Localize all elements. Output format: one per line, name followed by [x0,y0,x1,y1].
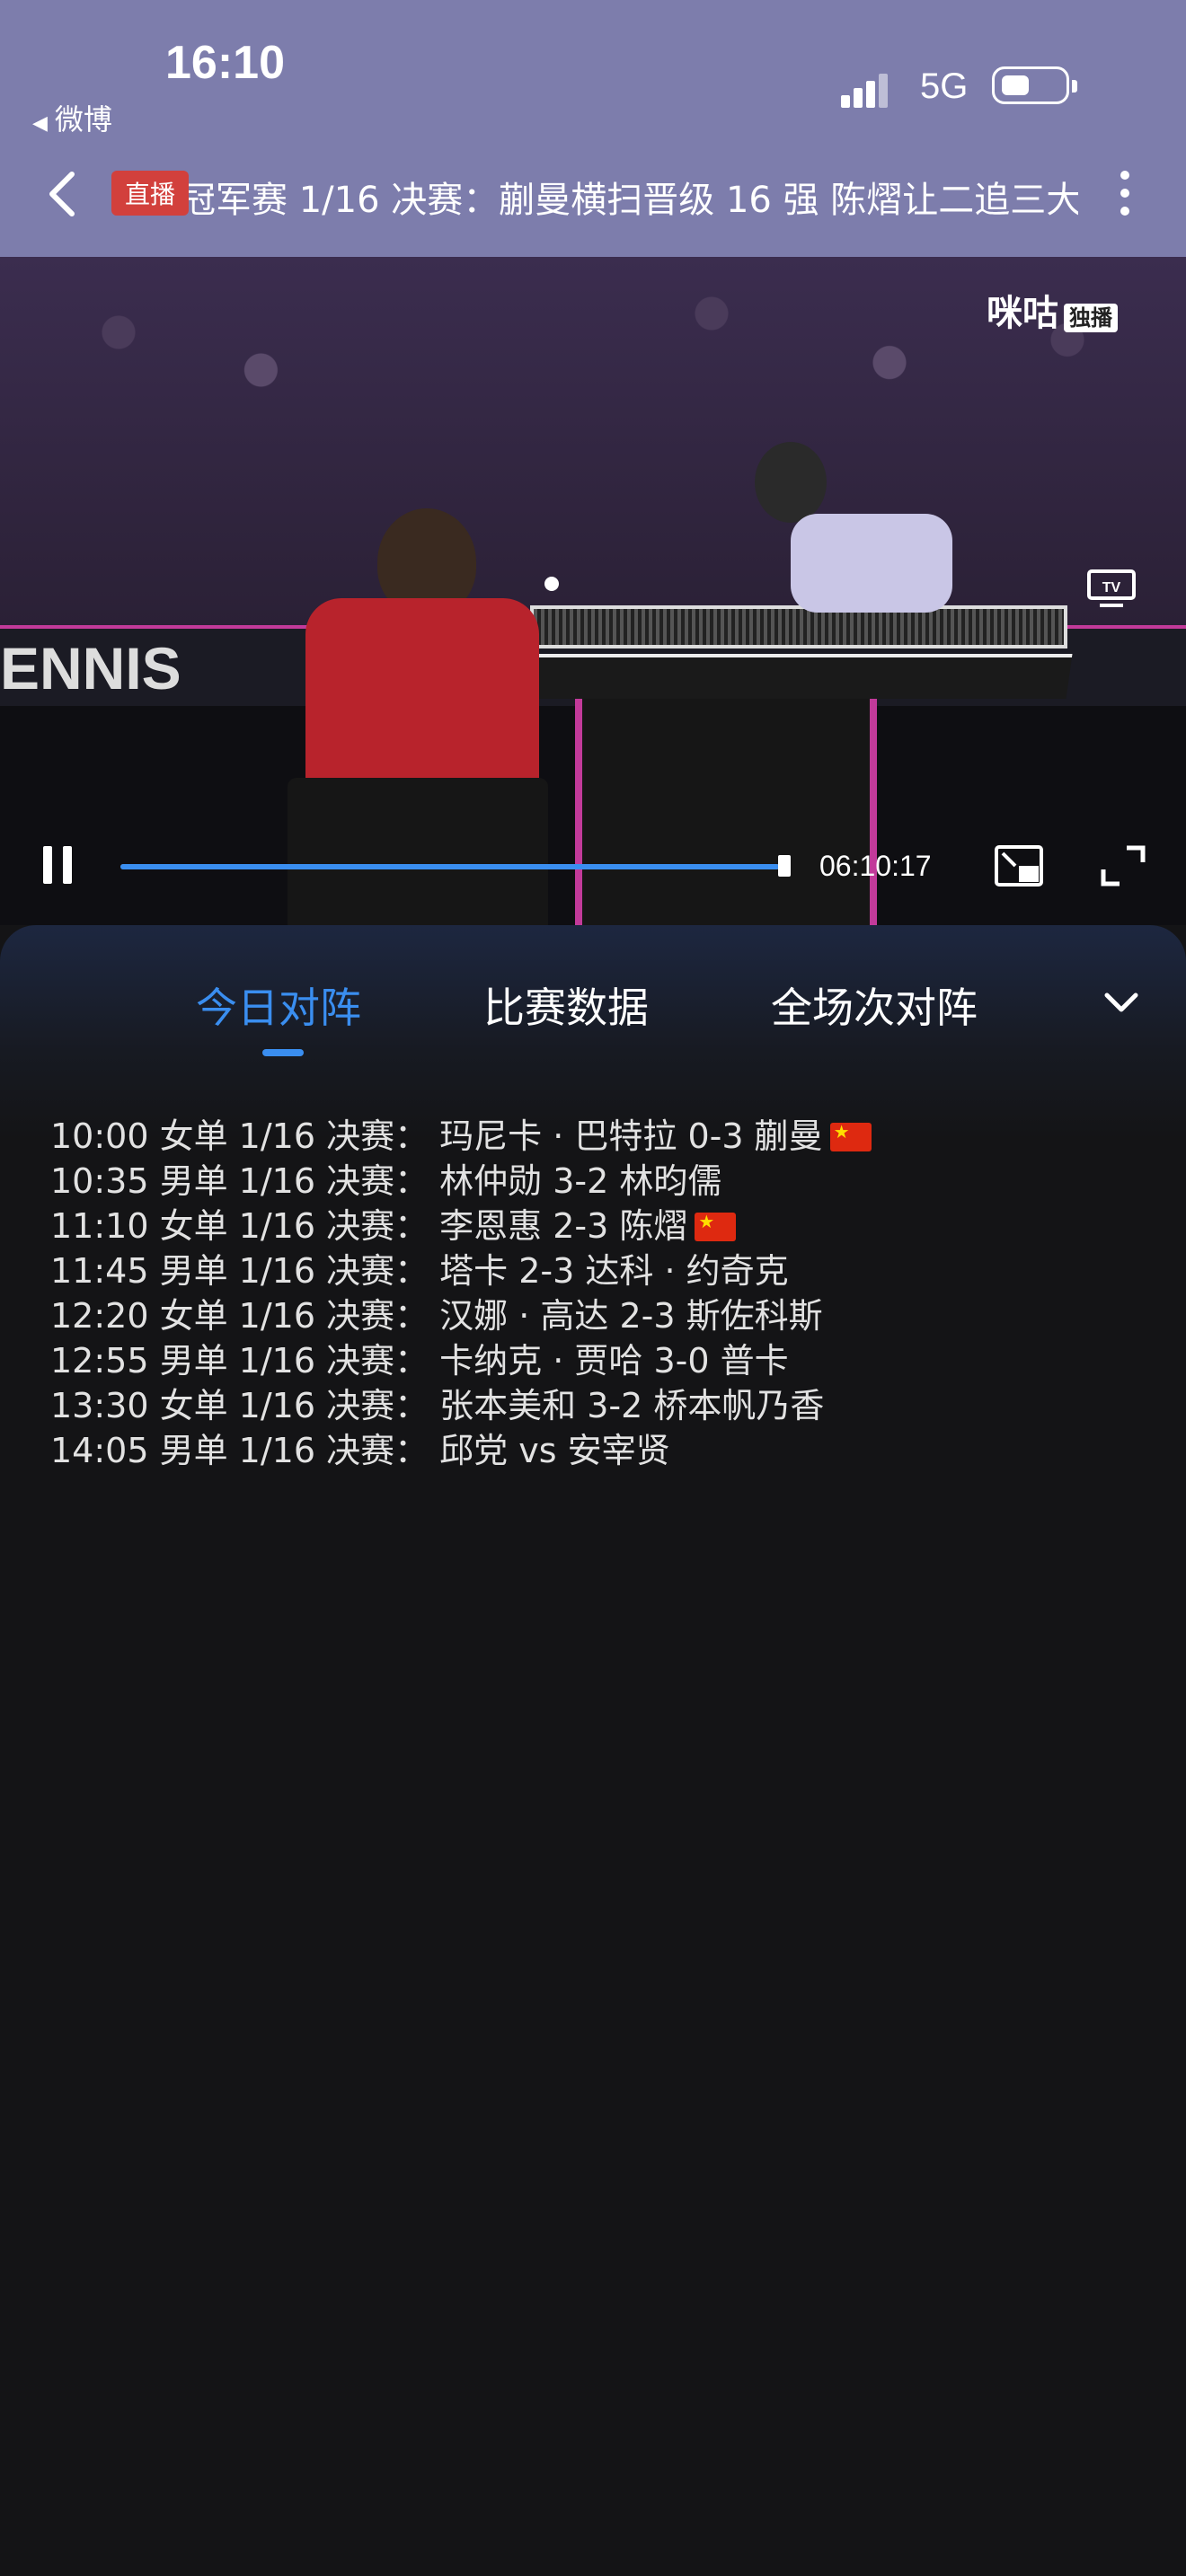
tab-all-matches[interactable]: 全场次对阵 [771,975,978,1035]
picture-in-picture-icon[interactable] [994,844,1044,887]
active-tab-indicator [262,1049,304,1056]
match-text: 11:10 女单 1/16 决赛： 李恩惠 2-3 陈熠 [50,1206,688,1246]
list-item: 12:20 女单 1/16 决赛： 汉娜 · 高达 2-3 斯佐科斯 [50,1293,872,1338]
watermark-tag: 独播 [1064,303,1118,332]
more-options-icon[interactable] [1118,167,1132,221]
china-flag-icon [695,1209,737,1241]
title-marquee: 冠军赛 1/16 决赛：蒯曼横扫晋级 16 强 陈熠让二追三大逆转 [189,165,1078,219]
signal-icon [841,68,898,108]
video-player[interactable]: ENNIS 咪咕 独播 TV 06:10:17 [0,257,1186,925]
tab-match-data[interactable]: 比赛数据 [483,975,649,1035]
match-text: 11:45 男单 1/16 决赛： 塔卡 2-3 达科 · 约奇克 [50,1251,789,1291]
tv-cast-icon[interactable]: TV [1087,569,1136,607]
list-item: 11:45 男单 1/16 决赛： 塔卡 2-3 达科 · 约奇克 [50,1248,872,1293]
match-text: 12:55 男单 1/16 决赛： 卡纳克 · 贾哈 3-0 普卡 [50,1341,789,1381]
battery-icon [992,66,1077,104]
list-item: 11:10 女单 1/16 决赛： 李恩惠 2-3 陈熠 [50,1204,872,1248]
ball [544,577,559,591]
back-arrow-icon[interactable] [45,171,81,217]
current-time: 06:10:17 [819,850,932,882]
match-text: 12:20 女单 1/16 决赛： 汉娜 · 高达 2-3 斯佐科斯 [50,1296,823,1336]
progress-thumb[interactable] [778,855,791,877]
board-text: ENNIS [0,635,181,701]
back-triangle-icon: ◀ [32,112,48,135]
list-item: 13:30 女单 1/16 决赛： 张本美和 3-2 桥本帆乃香 [50,1383,872,1428]
info-panel: 今日对阵 比赛数据 全场次对阵 10:00 女单 1/16 决赛： 玛尼卡 · … [0,925,1186,2576]
back-app-label: 微博 [54,102,112,137]
match-text: 10:35 男单 1/16 决赛： 林仲勋 3-2 林昀儒 [50,1161,722,1201]
list-item: 10:00 女单 1/16 决赛： 玛尼卡 · 巴特拉 0-3 蒯曼 [50,1114,872,1159]
stream-title: 冠军赛 1/16 决赛：蒯曼横扫晋级 16 强 陈熠让二追三大逆转 [189,180,1078,219]
match-text: 14:05 男单 1/16 决赛： 邱党 vs 安宰贤 [50,1431,670,1470]
match-text: 10:00 女单 1/16 决赛： 玛尼卡 · 巴特拉 0-3 蒯曼 [50,1116,823,1156]
tab-today-matches[interactable]: 今日对阵 [196,975,361,1035]
list-item: 12:55 男单 1/16 决赛： 卡纳克 · 贾哈 3-0 普卡 [50,1338,872,1383]
near-player [270,508,557,925]
schedule-list: 10:00 女单 1/16 决赛： 玛尼卡 · 巴特拉 0-3 蒯曼 10:35… [50,1114,872,1473]
progress-fill [120,864,779,869]
china-flag-icon [829,1119,872,1151]
watermark-text: 咪咕 [987,293,1058,334]
fullscreen-icon[interactable] [1100,844,1146,887]
top-bar: 16:10 ◀ 微博 5G 冠军赛 1/16 决赛：蒯曼横扫晋级 16 强 陈熠让… [0,0,1186,257]
chevron-down-icon[interactable] [1103,990,1139,1017]
list-item: 10:35 男单 1/16 决赛： 林仲勋 3-2 林昀儒 [50,1159,872,1204]
back-to-app-link[interactable]: ◀ 微博 [32,97,112,138]
match-text: 13:30 女单 1/16 决赛： 张本美和 3-2 桥本帆乃香 [50,1386,825,1425]
status-time: 16:10 [165,37,285,89]
progress-bar[interactable] [120,864,789,869]
broadcaster-watermark: 咪咕 独播 [987,284,1118,336]
network-label: 5G [920,66,969,106]
pause-button[interactable] [41,846,74,884]
far-player [737,442,1006,765]
live-badge: 直播 [111,171,189,216]
list-item: 14:05 男单 1/16 决赛： 邱党 vs 安宰贤 [50,1428,872,1473]
tv-label: TV [1102,580,1121,595]
